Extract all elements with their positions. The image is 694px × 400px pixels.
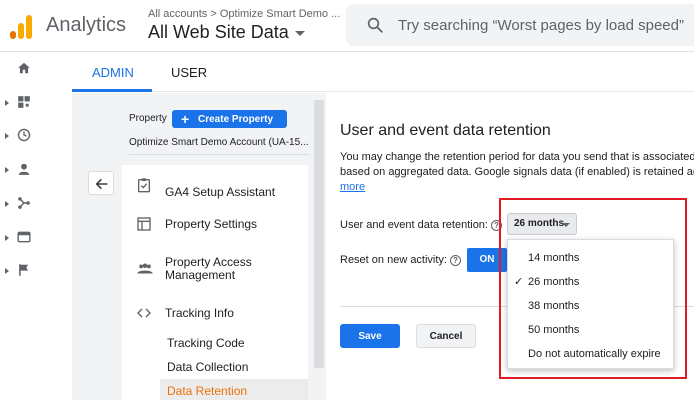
menu-item-property-access[interactable]: Property Access Management [122, 253, 308, 287]
option-no-expire[interactable]: Do not automatically expire [508, 342, 673, 366]
reset-toggle[interactable]: ON [467, 248, 507, 272]
create-property-label: Create Property [198, 113, 274, 125]
plus-icon: + [181, 111, 190, 127]
expand-arrow-icon [5, 167, 9, 173]
expand-arrow-icon [5, 268, 9, 274]
expand-arrow-icon [5, 133, 9, 139]
customization-icon [18, 96, 30, 108]
help-icon[interactable]: ? [450, 254, 461, 266]
submenu-data-collection[interactable]: Data Collection [167, 360, 248, 374]
selector-underline [129, 154, 309, 155]
option-label: 50 months [528, 324, 580, 336]
column-scrollbar[interactable] [314, 100, 324, 368]
option-label: 14 months [528, 252, 580, 264]
menu-item-label: GA4 Setup Assistant [165, 185, 276, 199]
retention-description: You may change the retention period for … [340, 150, 694, 195]
caret-down-icon [294, 30, 305, 36]
caret-down-icon [562, 223, 570, 227]
description-line: based on aggregated data. Google signals… [340, 166, 694, 178]
property-menu: GA4 Setup Assistant Property Settings Pr… [122, 165, 308, 400]
rail-item-conversions[interactable] [0, 256, 44, 286]
help-icon[interactable]: ? [490, 219, 502, 231]
reset-label: Reset on new activity: [340, 254, 447, 266]
menu-item-ga4-setup[interactable]: GA4 Setup Assistant [122, 173, 308, 199]
rail-item-acquisition[interactable] [0, 189, 44, 219]
page-title: User and event data retention [340, 122, 551, 139]
rail-item-realtime[interactable] [0, 121, 44, 151]
menu-item-label: Tracking Info [165, 306, 234, 320]
expand-arrow-icon [5, 100, 9, 106]
learn-more-link[interactable]: more [340, 181, 365, 193]
rail-item-behavior[interactable] [0, 223, 44, 253]
search-input[interactable] [398, 14, 694, 36]
create-property-button[interactable]: + Create Property [172, 110, 287, 128]
submenu-tracking-code[interactable]: Tracking Code [167, 336, 245, 350]
code-icon [137, 308, 151, 318]
reset-field-label: Reset on new activity:? [340, 254, 461, 266]
property-selector[interactable]: Optimize Smart Demo Account (UA-15... [129, 137, 309, 148]
property-label: Property [129, 113, 167, 124]
admin-tabs: ADMIN USER [72, 52, 694, 92]
tab-admin[interactable]: ADMIN [92, 65, 134, 80]
account-view-label: All Web Site Data [148, 22, 289, 42]
analytics-logo-icon[interactable] [8, 13, 34, 39]
search-icon [367, 17, 383, 33]
person-icon [18, 163, 30, 175]
retention-field-label: User and event data retention:? [340, 219, 502, 231]
option-label: 26 months [528, 276, 580, 288]
layout-icon [137, 217, 151, 231]
arrow-back-icon [95, 178, 108, 190]
rail-item-customization[interactable] [0, 88, 44, 118]
back-button[interactable] [88, 171, 114, 195]
menu-item-label: Property Access Management [165, 255, 252, 282]
menu-item-label: Property Settings [165, 217, 258, 231]
menu-item-tracking-info[interactable]: Tracking Info [122, 301, 308, 325]
behavior-icon [17, 231, 31, 243]
rail-item-home[interactable] [0, 54, 44, 84]
checklist-icon [138, 178, 150, 193]
acquisition-icon [18, 197, 30, 209]
option-14-months[interactable]: 14 months [508, 246, 673, 270]
checkmark-icon: ✓ [514, 276, 524, 288]
account-view-selector[interactable]: All Web Site Data [148, 22, 305, 43]
expand-arrow-icon [5, 201, 9, 207]
option-50-months[interactable]: 50 months [508, 318, 673, 342]
option-label: Do not automatically expire [528, 348, 661, 360]
left-nav-rail [0, 52, 44, 400]
flag-icon [19, 264, 29, 276]
option-26-months[interactable]: ✓ 26 months [508, 270, 673, 294]
menu-item-property-settings[interactable]: Property Settings [122, 213, 308, 237]
search-bar[interactable] [346, 4, 694, 46]
submenu-data-retention[interactable]: Data Retention [167, 384, 247, 398]
cancel-button[interactable]: Cancel [416, 324, 476, 348]
tab-user[interactable]: USER [171, 65, 207, 80]
people-icon [137, 263, 153, 274]
save-button[interactable]: Save [340, 324, 400, 348]
retention-label: User and event data retention: [340, 219, 488, 231]
top-header: Analytics All accounts > Optimize Smart … [0, 0, 694, 52]
retention-dropdown[interactable]: 26 months [507, 213, 577, 235]
rail-item-audience[interactable] [0, 155, 44, 185]
option-38-months[interactable]: 38 months [508, 294, 673, 318]
home-icon [18, 62, 30, 74]
option-label: 38 months [528, 300, 580, 312]
breadcrumb[interactable]: All accounts > Optimize Smart Demo ... [148, 8, 340, 20]
retention-options-menu: 14 months ✓ 26 months 38 months 50 months… [507, 239, 674, 369]
retention-selected-value: 26 months [514, 218, 565, 229]
description-line: You may change the retention period for … [340, 151, 694, 163]
expand-arrow-icon [5, 235, 9, 241]
app-name: Analytics [46, 14, 127, 36]
clock-icon [17, 128, 31, 142]
active-tab-indicator [72, 89, 152, 92]
